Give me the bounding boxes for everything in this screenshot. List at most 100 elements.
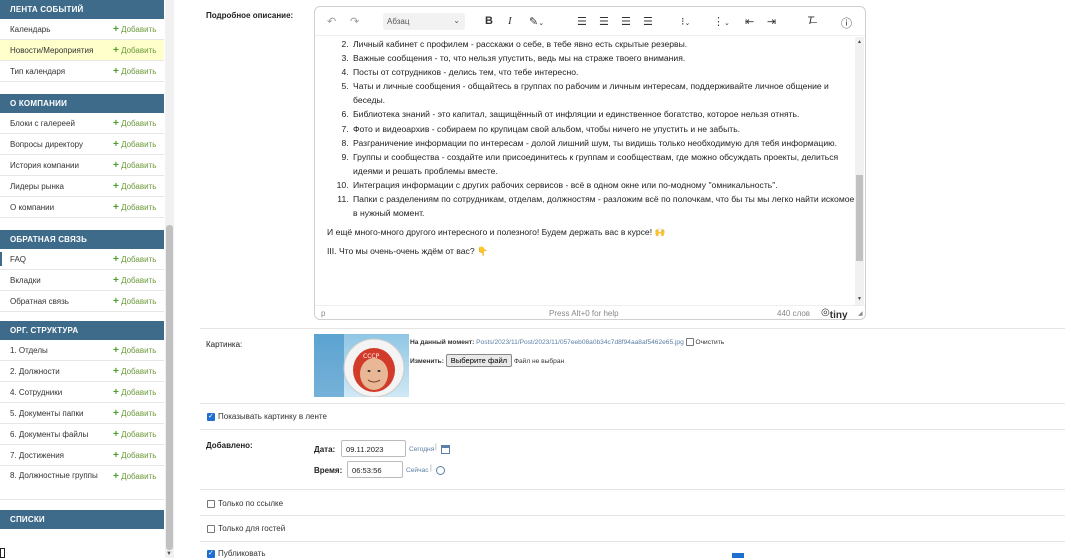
editor-scrollbar[interactable] bbox=[855, 37, 864, 305]
sidebar-item-label[interactable]: 2. Должности bbox=[10, 367, 60, 376]
sidebar-item-label[interactable]: FAQ bbox=[10, 255, 26, 264]
sidebar-item-employees[interactable]: 4. Сотрудники + Добавить bbox=[0, 382, 164, 403]
editor-content[interactable]: Личный кабинет с профилем - расскажи о с… bbox=[327, 37, 855, 305]
tiny-logo[interactable]: ◎ tiny bbox=[821, 307, 848, 321]
element-path[interactable]: p bbox=[321, 309, 325, 318]
indent-icon[interactable]: ⇥ bbox=[767, 15, 776, 28]
sidebar-item-label[interactable]: Календарь bbox=[10, 25, 50, 34]
sidebar-item-label[interactable]: О компании bbox=[10, 203, 54, 212]
calendar-icon[interactable] bbox=[441, 445, 450, 454]
sidebar-item-label[interactable]: Лидеры рынка bbox=[10, 182, 64, 191]
add-link[interactable]: + Добавить bbox=[113, 202, 156, 213]
divider bbox=[200, 403, 1065, 404]
help-icon[interactable]: ⓘ bbox=[841, 15, 852, 31]
sidebar-item-label[interactable]: Обратная связь bbox=[10, 297, 69, 306]
sidebar-item-label[interactable]: 8. Должностные группы bbox=[10, 471, 100, 481]
sidebar-item-tabs[interactable]: Вкладки + Добавить bbox=[0, 270, 164, 291]
scroll-down-arrow-icon[interactable]: ▼ bbox=[857, 296, 862, 302]
add-link[interactable]: + Добавить bbox=[113, 66, 156, 77]
sidebar-item-label[interactable]: 7. Достижения bbox=[10, 451, 64, 460]
sidebar-item-label[interactable]: Блоки с галереей bbox=[10, 119, 75, 128]
editor-scrollbar-thumb[interactable] bbox=[856, 175, 863, 261]
sidebar-scrollbar-thumb[interactable] bbox=[166, 225, 173, 550]
undo-icon[interactable]: ↶ bbox=[327, 15, 336, 28]
sidebar-item-feedback[interactable]: Обратная связь + Добавить bbox=[0, 291, 164, 312]
sidebar-item-label[interactable]: 6. Документы файлы bbox=[10, 430, 88, 439]
sidebar-item-director-questions[interactable]: Вопросы директору + Добавить bbox=[0, 134, 164, 155]
add-link[interactable]: + Добавить bbox=[113, 429, 156, 440]
sidebar-item-calendar-type[interactable]: Тип календаря + Добавить bbox=[0, 61, 164, 82]
add-link[interactable]: + Добавить bbox=[113, 275, 156, 286]
sidebar-item-position-groups[interactable]: 8. Должностные группы + Добавить bbox=[0, 466, 164, 500]
add-link[interactable]: + Добавить bbox=[113, 45, 156, 56]
date-input[interactable]: 09.11.2023 bbox=[341, 440, 406, 457]
scroll-down-arrow-icon[interactable]: ▼ bbox=[166, 551, 172, 557]
current-file-link[interactable]: Posts/2023/11/Post/2023/11/057eeb08a0b34… bbox=[476, 339, 684, 346]
sidebar-item-leaders[interactable]: Лидеры рынка + Добавить bbox=[0, 176, 164, 197]
sidebar-item-label[interactable]: 4. Сотрудники bbox=[10, 388, 62, 397]
numbered-list-icon[interactable]: ⋮⌄ bbox=[713, 15, 730, 28]
sidebar-item-label[interactable]: 5. Документы папки bbox=[10, 409, 83, 418]
publish-indicator bbox=[732, 553, 744, 558]
add-link[interactable]: + Добавить bbox=[113, 181, 156, 192]
word-count[interactable]: 440 слов bbox=[777, 309, 810, 318]
sidebar-item-gallery[interactable]: Блоки с галереей + Добавить bbox=[0, 113, 164, 134]
italic-icon[interactable]: I bbox=[508, 15, 512, 27]
rich-text-editor[interactable]: ↶ ↷ Абзац ⌄ B I ✎⌄ ☰ ☰ ☰ ☰ ⁝⌄ ⋮⌄ ⇤ ⇥ T̶ … bbox=[314, 6, 866, 321]
sidebar-item-label[interactable]: Тип календаря bbox=[10, 67, 65, 76]
clear-checkbox[interactable] bbox=[685, 338, 694, 346]
add-link[interactable]: + Добавить bbox=[113, 24, 156, 35]
add-link[interactable]: + Добавить bbox=[113, 450, 156, 461]
sidebar-item-doc-folders[interactable]: 5. Документы папки + Добавить bbox=[0, 403, 164, 424]
add-link[interactable]: + Добавить bbox=[113, 296, 156, 307]
choose-file-button[interactable]: Выберите файл bbox=[445, 354, 513, 367]
scroll-up-arrow-icon[interactable]: ▲ bbox=[857, 39, 862, 45]
sidebar-item-departments[interactable]: 1. Отделы + Добавить bbox=[0, 340, 164, 361]
add-link[interactable]: + Добавить bbox=[113, 471, 156, 482]
sidebar-item-label[interactable]: Вопросы директору bbox=[10, 140, 83, 149]
align-right-icon[interactable]: ☰ bbox=[621, 15, 631, 28]
only-guests-checkbox[interactable] bbox=[207, 525, 215, 533]
active-marker bbox=[0, 252, 2, 266]
align-justify-icon[interactable]: ☰ bbox=[643, 15, 653, 28]
clock-icon[interactable] bbox=[436, 466, 445, 475]
outdent-icon[interactable]: ⇤ bbox=[745, 15, 754, 28]
align-left-icon[interactable]: ☰ bbox=[577, 15, 587, 28]
only-link-checkbox[interactable] bbox=[207, 500, 215, 508]
add-link[interactable]: + Добавить bbox=[113, 118, 156, 129]
text-color-icon[interactable]: ✎⌄ bbox=[529, 15, 544, 28]
add-link[interactable]: + Добавить bbox=[113, 160, 156, 171]
redo-icon[interactable]: ↷ bbox=[350, 15, 359, 28]
add-link[interactable]: + Добавить bbox=[113, 254, 156, 265]
bullet-list-icon[interactable]: ⁝⌄ bbox=[681, 15, 690, 28]
sidebar-item-calendar[interactable]: Календарь + Добавить bbox=[0, 19, 164, 40]
now-link[interactable]: Сейчас bbox=[406, 467, 429, 474]
sidebar-item-doc-files[interactable]: 6. Документы файлы + Добавить bbox=[0, 424, 164, 445]
today-link[interactable]: Сегодня bbox=[409, 446, 434, 453]
sidebar-item-achievements[interactable]: 7. Достижения + Добавить bbox=[0, 445, 164, 466]
resize-handle-icon[interactable]: ◢ bbox=[858, 310, 863, 317]
list-item: Интеграция информации с других рабочих с… bbox=[351, 178, 855, 192]
publish-checkbox[interactable] bbox=[207, 549, 215, 558]
sidebar-item-label[interactable]: История компании bbox=[10, 161, 79, 170]
block-format-select[interactable]: Абзац ⌄ bbox=[383, 13, 465, 30]
align-center-icon[interactable]: ☰ bbox=[599, 15, 609, 28]
add-link[interactable]: + Добавить bbox=[113, 408, 156, 419]
bold-icon[interactable]: B bbox=[485, 15, 493, 27]
time-input[interactable]: 06:53:56 bbox=[347, 461, 403, 478]
sidebar-item-positions[interactable]: 2. Должности + Добавить bbox=[0, 361, 164, 382]
list-item: Фото и видеоархив - собираем по крупицам… bbox=[351, 122, 855, 136]
add-link[interactable]: + Добавить bbox=[113, 366, 156, 377]
clear-formatting-icon[interactable]: T̶ bbox=[807, 15, 814, 27]
show-in-feed-checkbox[interactable] bbox=[207, 412, 215, 421]
sidebar-item-label[interactable]: Новости/Мероприятия bbox=[10, 46, 93, 55]
add-link[interactable]: + Добавить bbox=[113, 345, 156, 356]
sidebar-item-faq[interactable]: FAQ + Добавить bbox=[0, 249, 164, 270]
sidebar-item-about[interactable]: О компании + Добавить bbox=[0, 197, 164, 218]
add-link[interactable]: + Добавить bbox=[113, 139, 156, 150]
sidebar-item-label[interactable]: Вкладки bbox=[10, 276, 41, 285]
sidebar-item-label[interactable]: 1. Отделы bbox=[10, 346, 48, 355]
add-link[interactable]: + Добавить bbox=[113, 387, 156, 398]
sidebar-item-news[interactable]: Новости/Мероприятия + Добавить bbox=[0, 40, 164, 61]
sidebar-item-history[interactable]: История компании + Добавить bbox=[0, 155, 164, 176]
